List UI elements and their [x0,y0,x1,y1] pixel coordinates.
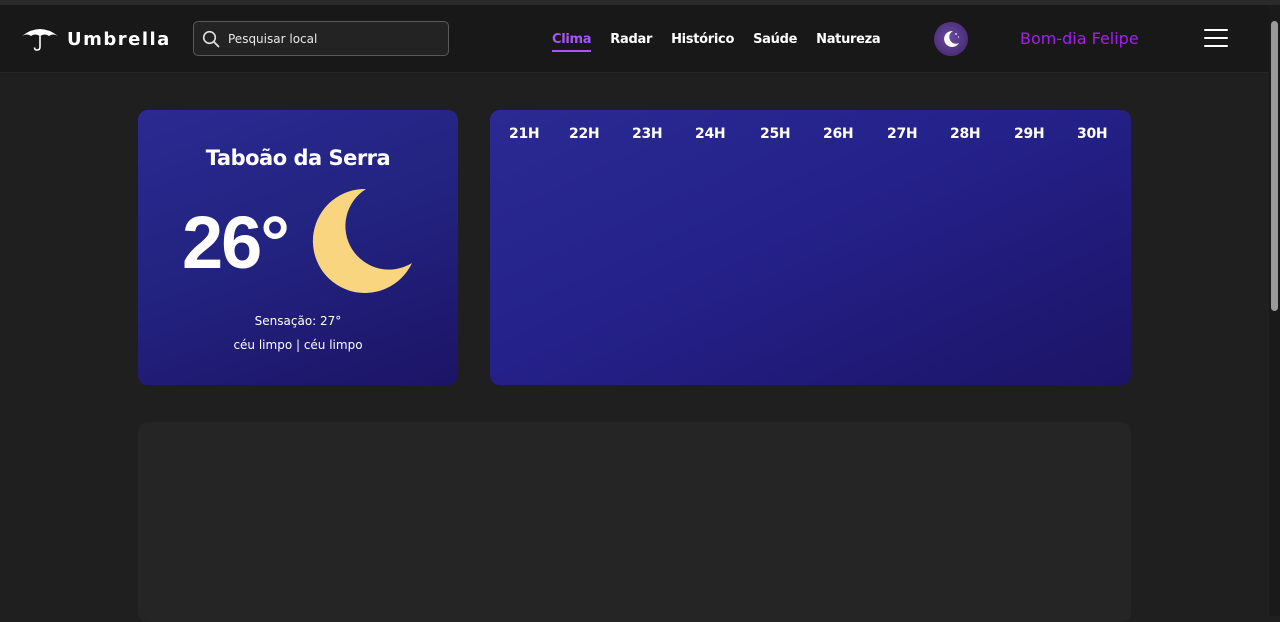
hour-label: 30H [1077,126,1108,142]
nav-item-radar[interactable]: Radar [610,28,652,51]
current-weather-card: Taboão da Serra 26° Sensação: 27° céu li… [138,110,458,385]
umbrella-icon [22,29,58,51]
theme-toggle-button[interactable] [934,22,968,56]
app-logo[interactable]: Umbrella [21,23,171,55]
top-header: Umbrella Clima Radar Histórico Saúde Nat… [0,5,1269,73]
current-temperature: 26° [182,201,290,284]
hour-label: 26H [823,126,854,142]
weather-description: céu limpo | céu limpo [233,338,363,352]
crescent-moon-icon [312,188,412,293]
menu-button[interactable] [1204,29,1228,49]
page-scrollbar[interactable] [1269,5,1280,616]
hour-label: 25H [760,126,791,142]
city-name: Taboão da Serra [205,146,391,170]
hour-label: 22H [569,126,600,142]
hour-label: 28H [950,126,981,142]
feels-like: Sensação: 27° [254,314,342,328]
search-icon [202,30,220,47]
details-card [138,422,1131,622]
hourly-hours-row: 21H 22H 23H 24H 25H 26H 27H 28H 29H 30H [490,126,1131,146]
greeting-text: Bom-dia Felipe [1020,29,1139,48]
nav-item-historico[interactable]: Histórico [671,28,734,51]
search-input[interactable] [228,31,428,46]
nav-item-saude[interactable]: Saúde [753,28,797,51]
nav-item-natureza[interactable]: Natureza [816,28,881,51]
hourly-forecast-card: 21H 22H 23H 24H 25H 26H 27H 28H 29H 30H [490,110,1131,385]
main-nav: Clima Radar Histórico Saúde Natureza [552,5,899,73]
scrollbar-thumb[interactable] [1271,21,1278,311]
hour-label: 23H [632,126,663,142]
moon-icon [944,30,960,47]
nav-item-clima[interactable]: Clima [552,28,592,52]
hour-label: 21H [509,126,540,142]
search-box[interactable] [193,21,449,56]
hour-label: 27H [887,126,918,142]
app-name: Umbrella [67,28,171,50]
hour-label: 29H [1014,126,1045,142]
hour-label: 24H [695,126,726,142]
hamburger-menu-icon [1204,29,1228,31]
